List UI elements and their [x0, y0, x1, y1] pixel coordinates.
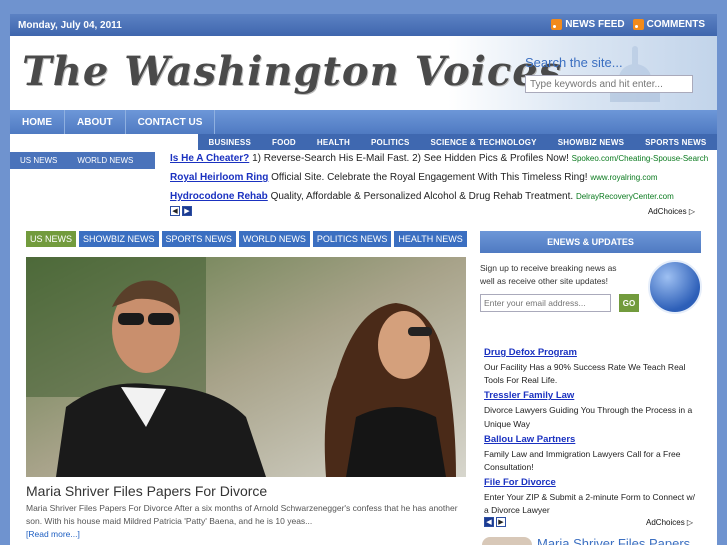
subnav-world-news[interactable]: WORLD NEWS: [67, 152, 143, 169]
tab-sports-news[interactable]: SPORTS NEWS: [161, 231, 236, 247]
ad-url[interactable]: www.royalring.com: [590, 173, 657, 182]
feature-photo[interactable]: [26, 257, 466, 477]
rss-icon[interactable]: [648, 260, 702, 314]
sidebar-ad-title[interactable]: File For Divorce: [484, 477, 700, 488]
ad-item: Is He A Cheater? 1) Reverse-Search His E…: [170, 153, 708, 164]
adchoices-label: AdChoices: [647, 207, 687, 216]
ad-title[interactable]: Royal Heirloom Ring: [170, 172, 268, 183]
enews-header: ENEWS & UPDATES: [480, 231, 701, 253]
email-field[interactable]: [480, 294, 611, 312]
sidebar-ad-pager: ◀ ▶: [484, 517, 506, 527]
sub-nav: US NEWS WORLD NEWS: [10, 152, 155, 169]
sidebar-ad-item: Ballou Law Partners Family Law and Immig…: [484, 434, 700, 474]
adchoices-link[interactable]: AdChoices ▷: [648, 207, 695, 216]
related-post[interactable]: Maria Shriver Files Papers: [480, 536, 701, 545]
sidebar-ad-item: Tressler Family Law Divorce Lawyers Guid…: [484, 390, 700, 430]
feature-photo-illustration: [26, 257, 466, 477]
sidebar-ad-title[interactable]: Ballou Law Partners: [484, 434, 700, 445]
feature-headline[interactable]: Maria Shriver Files Papers For Divorce: [26, 483, 267, 499]
read-more-link[interactable]: [Read more...]: [26, 529, 80, 539]
sidebar-ad-item: File For Divorce Enter Your ZIP & Submit…: [484, 477, 700, 517]
next-arrow-icon[interactable]: ▶: [496, 517, 506, 527]
ad-item: Royal Heirloom Ring Official Site. Celeb…: [170, 172, 700, 183]
category-health[interactable]: HEALTH: [317, 138, 350, 147]
ad-text: Quality, Affordable & Personalized Alcoh…: [267, 191, 576, 202]
sidebar-ad-desc: Divorce Lawyers Guiding You Through the …: [484, 405, 693, 429]
prev-arrow-icon[interactable]: ◀: [170, 206, 180, 216]
sidebar-adchoices-link[interactable]: AdChoices ▷: [646, 518, 693, 527]
capitol-dome-icon: [610, 46, 660, 102]
prev-arrow-icon[interactable]: ◀: [484, 517, 494, 527]
ad-text: 1) Reverse-Search His E-Mail Fast. 2) Se…: [249, 153, 572, 164]
related-title: Maria Shriver Files Papers: [537, 536, 691, 545]
ad-text: Official Site. Celebrate the Royal Engag…: [268, 172, 591, 183]
sidebar-ad-desc: Enter Your ZIP & Submit a 2-minute Form …: [484, 492, 696, 516]
tab-us-news[interactable]: US NEWS: [26, 231, 77, 247]
current-date: Monday, July 04, 2011: [18, 20, 122, 31]
sidebar-ad-desc: Family Law and Immigration Lawyers Call …: [484, 448, 681, 472]
feature-excerpt: Maria Shriver Files Papers For Divorce A…: [26, 503, 458, 527]
enews-text: Sign up to receive breaking news as well…: [480, 263, 617, 286]
nav-contact-us[interactable]: CONTACT US: [126, 110, 216, 134]
ad-title[interactable]: Hydrocodone Rehab: [170, 191, 268, 202]
nav-about[interactable]: ABOUT: [65, 110, 126, 134]
ad-links: Is He A Cheater? 1) Reverse-Search His E…: [170, 153, 708, 210]
sidebar-ads: Drug Defox Program Our Facility Has a 90…: [484, 347, 700, 520]
sidebar-ad-desc: Our Facility Has a 90% Success Rate We T…: [484, 362, 686, 386]
category-showbiz-news[interactable]: SHOWBIZ NEWS: [558, 138, 624, 147]
nav-home[interactable]: HOME: [10, 110, 65, 134]
search-input[interactable]: [525, 75, 693, 93]
site-logo[interactable]: The Washington Voices: [22, 48, 562, 95]
related-thumbnail: [482, 537, 532, 545]
search-label: Search the site...: [525, 55, 623, 70]
category-business[interactable]: BUSINESS: [209, 138, 252, 147]
news-feed-link[interactable]: NEWS FEED: [551, 19, 625, 30]
sidebar-ad-title[interactable]: Tressler Family Law: [484, 390, 700, 401]
feed-links: NEWS FEED COMMENTS: [551, 19, 705, 30]
news-feed-label: NEWS FEED: [565, 19, 625, 30]
ad-title[interactable]: Is He A Cheater?: [170, 153, 249, 164]
category-sports-news[interactable]: SPORTS NEWS: [645, 138, 706, 147]
category-food[interactable]: FOOD: [272, 138, 296, 147]
comments-label: COMMENTS: [646, 19, 705, 30]
next-arrow-icon[interactable]: ▶: [182, 206, 192, 216]
main-nav: HOME ABOUT CONTACT US: [10, 110, 717, 134]
site-header: The Washington Voices Search the site...: [10, 36, 717, 110]
category-politics[interactable]: POLITICS: [371, 138, 410, 147]
sidebar-ad-item: Drug Defox Program Our Facility Has a 90…: [484, 347, 700, 387]
rss-icon: [632, 19, 644, 30]
page: The Washington Voices Search the site...…: [10, 36, 717, 545]
tab-showbiz-news[interactable]: SHOWBIZ NEWS: [79, 231, 159, 247]
adchoices-label: AdChoices: [646, 518, 685, 527]
category-nav: BUSINESS FOOD HEALTH POLITICS SCIENCE & …: [198, 134, 717, 150]
rss-icon: [551, 19, 563, 30]
top-bar: Monday, July 04, 2011 NEWS FEED COMMENTS: [10, 14, 717, 36]
ad-pager: ◀ ▶: [170, 206, 192, 216]
ad-item: Hydrocodone Rehab Quality, Affordable & …: [170, 191, 700, 202]
go-button[interactable]: GO: [619, 294, 639, 312]
subnav-us-news[interactable]: US NEWS: [10, 152, 67, 169]
tab-world-news[interactable]: WORLD NEWS: [238, 231, 310, 247]
category-science-technology[interactable]: SCIENCE & TECHNOLOGY: [430, 138, 536, 147]
sidebar-ad-title[interactable]: Drug Defox Program: [484, 347, 700, 358]
tab-health-news[interactable]: HEALTH NEWS: [394, 231, 467, 247]
news-tabs: US NEWS SHOWBIZ NEWS SPORTS NEWS WORLD N…: [26, 231, 467, 247]
ad-url[interactable]: Spokeo.com/Cheating-Spouse-Search: [572, 154, 709, 163]
comments-feed-link[interactable]: COMMENTS: [632, 19, 705, 30]
ad-url[interactable]: DelrayRecoveryCenter.com: [576, 192, 674, 201]
tab-politics-news[interactable]: POLITICS NEWS: [312, 231, 392, 247]
